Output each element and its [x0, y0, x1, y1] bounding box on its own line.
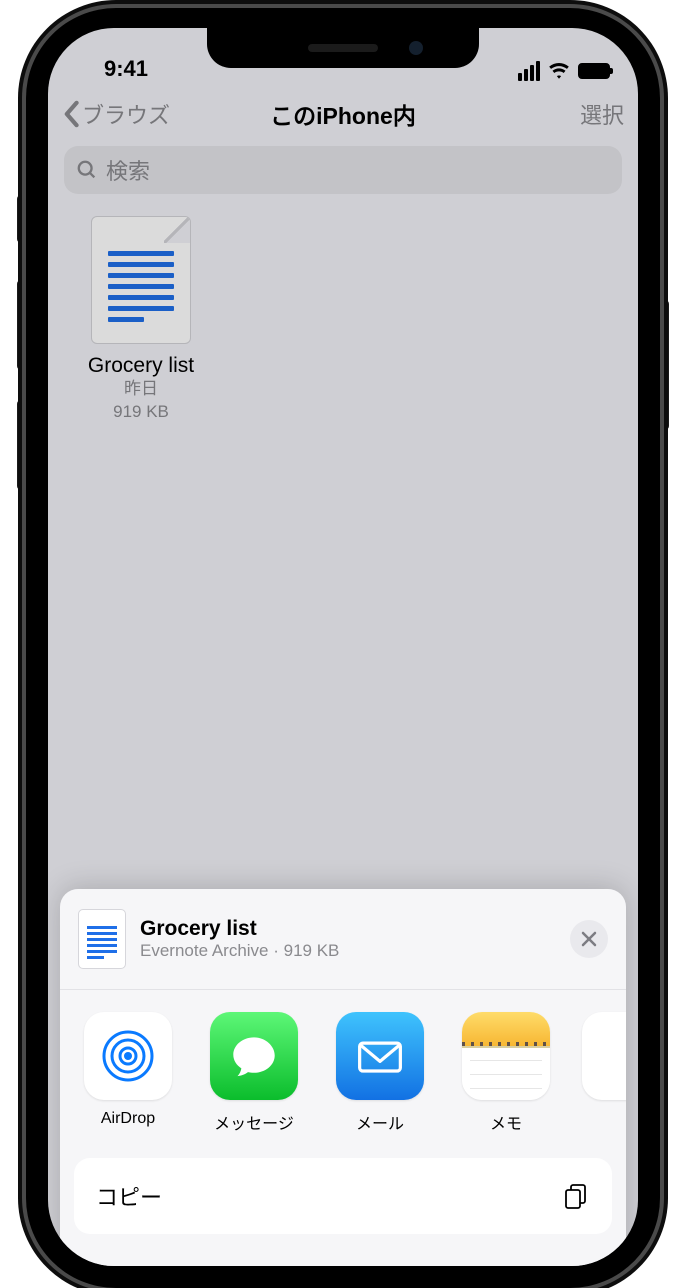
battery-icon	[578, 63, 610, 79]
notes-icon	[462, 1012, 550, 1100]
share-app-airdrop[interactable]: AirDrop	[78, 1012, 178, 1134]
share-app-messages[interactable]: メッセージ	[204, 1012, 304, 1134]
action-copy[interactable]: コピー	[74, 1158, 612, 1234]
share-actions: コピー	[74, 1158, 612, 1234]
phone-frame: 9:41 ブラウズ このiPhone内 選択 検索	[26, 8, 660, 1288]
share-app-more[interactable]	[582, 1012, 612, 1134]
share-app-label: メッセージ	[204, 1110, 304, 1134]
screen: 9:41 ブラウズ このiPhone内 選択 検索	[48, 28, 638, 1266]
document-icon	[78, 909, 126, 969]
notch	[207, 28, 479, 68]
action-label: コピー	[96, 1180, 162, 1212]
close-icon	[581, 931, 597, 947]
share-app-label: AirDrop	[78, 1110, 178, 1128]
status-time: 9:41	[76, 56, 176, 82]
share-subtitle: Evernote Archive · 919 KB	[140, 941, 556, 961]
share-apps-row: AirDrop メッセージ メール	[60, 990, 626, 1158]
share-app-notes[interactable]: メモ	[456, 1012, 556, 1134]
share-header: Grocery list Evernote Archive · 919 KB	[60, 889, 626, 990]
mail-icon	[350, 1026, 410, 1086]
share-app-mail[interactable]: メール	[330, 1012, 430, 1134]
share-app-label: メール	[330, 1110, 430, 1134]
airdrop-icon	[100, 1028, 156, 1084]
wifi-icon	[548, 60, 570, 82]
copy-icon	[562, 1182, 590, 1210]
close-button[interactable]	[570, 920, 608, 958]
share-title: Grocery list	[140, 917, 556, 941]
share-sheet: Grocery list Evernote Archive · 919 KB A	[60, 889, 626, 1266]
messages-icon	[225, 1027, 283, 1085]
share-app-label: メモ	[456, 1110, 556, 1134]
cellular-icon	[518, 61, 540, 81]
